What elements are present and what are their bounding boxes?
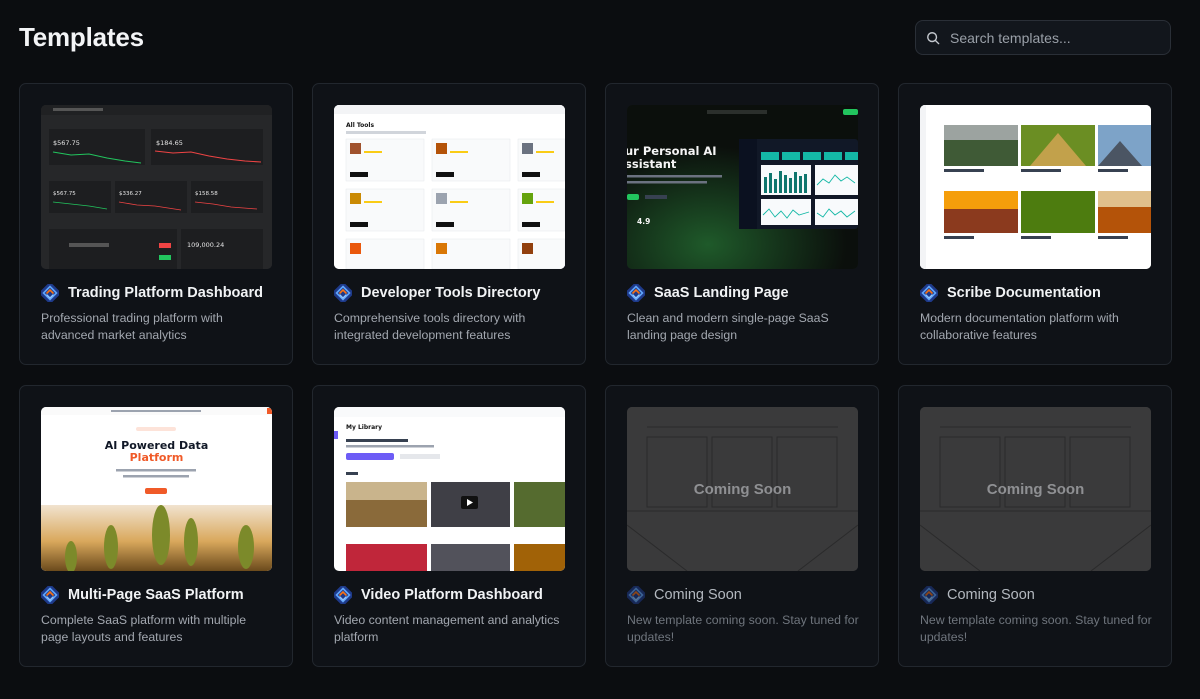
template-card-coming-soon: Coming Soon Coming Soon New template com… (898, 385, 1172, 667)
card-description: Professional trading platform with advan… (41, 311, 223, 342)
template-thumbnail-placeholder: Coming Soon (627, 407, 858, 571)
page-title: Templates (19, 22, 144, 52)
template-logo-icon (334, 284, 352, 302)
template-logo-icon (41, 586, 59, 604)
coming-soon-overlay-label: Coming Soon (693, 480, 792, 498)
svg-text:4.9: 4.9 (637, 217, 650, 226)
card-title-row: Coming Soon (627, 585, 742, 605)
card-title[interactable]: Scribe Documentation (947, 285, 1101, 301)
card-title: Coming Soon (654, 587, 742, 603)
template-logo-icon (627, 284, 645, 302)
template-thumbnail-placeholder: Coming Soon (920, 407, 1151, 571)
card-title-row: Video Platform Dashboard (334, 585, 543, 605)
card-description: Complete SaaS platform with multiple pag… (41, 613, 247, 644)
svg-text:$184.65: $184.65 (156, 139, 183, 147)
template-card-devtools[interactable]: All Tools Developer Tools Directory Comp… (312, 83, 586, 365)
search-icon (927, 31, 940, 44)
template-thumbnail[interactable] (920, 105, 1151, 269)
search-box[interactable] (915, 20, 1171, 55)
svg-text:Platform: Platform (130, 451, 184, 464)
card-description: Modern documentation platform with colla… (920, 311, 1119, 342)
card-title-row: Multi-Page SaaS Platform (41, 585, 244, 605)
svg-text:$158.58: $158.58 (195, 191, 218, 197)
card-description: Clean and modern single-page SaaS landin… (627, 311, 829, 342)
card-title-row: Scribe Documentation (920, 283, 1101, 303)
template-thumbnail[interactable]: All Tools (334, 105, 565, 269)
card-title[interactable]: Trading Platform Dashboard (68, 285, 263, 301)
card-description: New template coming soon. Stay tuned for… (920, 613, 1152, 644)
search-input[interactable] (950, 29, 1160, 46)
card-title-row: SaaS Landing Page (627, 283, 789, 303)
template-card-saas-landing[interactable]: ur Personal AI ssistant 4.9 SaaS Landing… (605, 83, 879, 365)
card-title[interactable]: Video Platform Dashboard (361, 587, 543, 603)
card-title[interactable]: Multi-Page SaaS Platform (68, 587, 244, 603)
template-logo-icon (41, 284, 59, 302)
template-logo-icon (920, 586, 938, 604)
card-description: New template coming soon. Stay tuned for… (627, 613, 859, 644)
card-description: Comprehensive tools directory with integ… (334, 311, 526, 342)
card-title-row: Coming Soon (920, 585, 1035, 605)
svg-text:My Library: My Library (346, 424, 382, 431)
coming-soon-overlay-label: Coming Soon (986, 480, 1085, 498)
template-card-scribe[interactable]: Scribe Documentation Modern documentatio… (898, 83, 1172, 365)
card-title-row: Trading Platform Dashboard (41, 283, 263, 303)
card-title[interactable]: SaaS Landing Page (654, 285, 789, 301)
svg-text:$567.75: $567.75 (53, 191, 76, 197)
template-logo-icon (920, 284, 938, 302)
template-thumbnail[interactable]: AI Powered Data Platform (41, 407, 272, 571)
card-title-row: Developer Tools Directory (334, 283, 540, 303)
card-title[interactable]: Developer Tools Directory (361, 285, 540, 301)
template-logo-icon (334, 586, 352, 604)
svg-text:ssistant: ssistant (627, 157, 677, 171)
page-header: Templates (0, 0, 1200, 76)
template-thumbnail[interactable]: $567.75 Developer Tools Directory $184.6… (41, 105, 272, 269)
template-logo-icon (627, 586, 645, 604)
svg-text:$336.27: $336.27 (119, 191, 142, 197)
svg-text:109,000.24: 109,000.24 (187, 241, 224, 249)
svg-text:$567.75: $567.75 (53, 139, 80, 147)
template-card-coming-soon: Coming Soon Coming Soon New template com… (605, 385, 879, 667)
svg-text:All Tools: All Tools (346, 122, 374, 129)
card-title: Coming Soon (947, 587, 1035, 603)
template-card-multipage-saas[interactable]: AI Powered Data Platform Multi-Page SaaS… (19, 385, 293, 667)
svg-text:ur Personal AI: ur Personal AI (627, 144, 717, 158)
template-card-trading[interactable]: $567.75 Developer Tools Directory $184.6… (19, 83, 293, 365)
card-description: Video content management and analytics p… (334, 613, 560, 644)
template-thumbnail[interactable]: ur Personal AI ssistant 4.9 (627, 105, 858, 269)
template-thumbnail[interactable]: My Library (334, 407, 565, 571)
template-card-video[interactable]: My Library Video Platform Dashboard Vide… (312, 385, 586, 667)
